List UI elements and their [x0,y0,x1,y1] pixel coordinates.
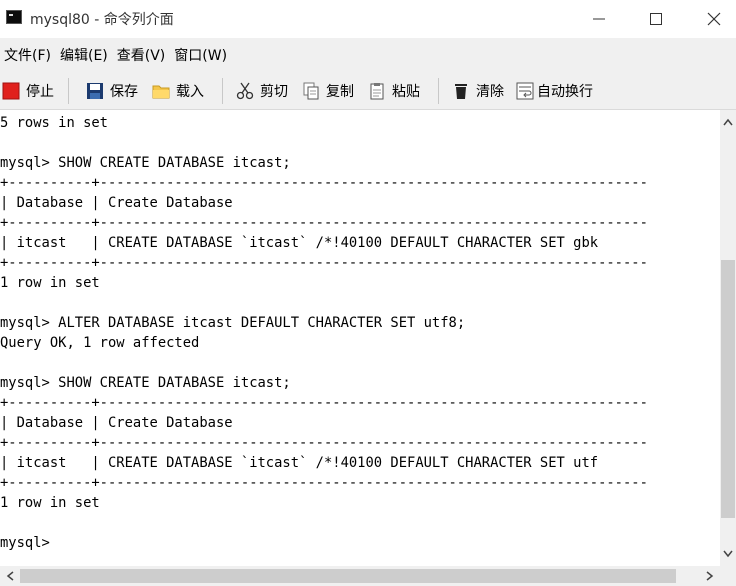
vertical-scroll-thumb[interactable] [721,260,735,518]
horizontal-scroll-thumb[interactable] [20,569,676,583]
scissors-icon [236,82,254,100]
stop-label: 停止 [26,84,54,100]
close-icon [707,12,721,26]
console-line: +----------+----------------------------… [0,435,648,451]
console-line: mysql> SHOW CREATE DATABASE itcast; [0,375,291,391]
console-line: +----------+----------------------------… [0,255,648,271]
console-line: mysql> ALTER DATABASE itcast DEFAULT CHA… [0,315,466,331]
clipboard-icon [368,82,386,100]
toolbar-separator [68,78,69,104]
paste-label: 粘贴 [392,84,420,100]
maximize-button[interactable] [633,0,679,38]
console-line: +----------+----------------------------… [0,175,648,191]
word-wrap-label: 自动换行 [537,84,593,100]
stop-icon [2,82,20,100]
console-lines: 5 rows in set mysql> SHOW CREATE DATABASE… [0,113,648,553]
copy-icon [302,82,320,100]
console-line: | itcast | CREATE DATABASE `itcast` /*!4… [0,455,599,471]
load-button[interactable]: 载入 [152,80,204,102]
console-line: +----------+----------------------------… [0,395,648,411]
menu-file[interactable]: 文件(F) [1,45,56,65]
console-line: +----------+----------------------------… [0,215,648,231]
copy-label: 复制 [326,84,354,100]
console-output[interactable]: 5 rows in set mysql> SHOW CREATE DATABASE… [0,110,720,566]
stop-button[interactable]: 停止 [2,80,54,102]
console-line: 5 rows in set [0,115,108,131]
window-title: mysql80 - 命令列介面 [30,12,174,28]
trash-icon [452,82,470,100]
load-label: 载入 [176,84,204,100]
toolbar-separator [438,78,439,104]
scroll-down-arrow-icon[interactable] [720,546,736,562]
horizontal-scrollbar[interactable] [0,566,736,586]
clear-button[interactable]: 清除 [452,80,504,102]
scroll-left-arrow-icon[interactable] [2,568,18,584]
terminal-icon [6,10,22,24]
console-line: | itcast | CREATE DATABASE `itcast` /*!4… [0,235,599,251]
console-line: | Database | Create Database [0,195,233,211]
scroll-right-arrow-icon[interactable] [702,568,718,584]
console-line: mysql> [0,535,50,551]
menu-view[interactable]: 查看(V) [114,45,171,65]
word-wrap-icon [516,82,534,100]
console-line: 1 row in set [0,495,100,511]
scroll-up-arrow-icon[interactable] [720,114,736,130]
vertical-scrollbar[interactable] [720,110,736,566]
menu-bar: 文件(F) 编辑(E) 查看(V) 窗口(W) [0,38,736,72]
save-button[interactable]: 保存 [86,80,138,102]
save-label: 保存 [110,84,138,100]
console-line: 1 row in set [0,275,100,291]
close-button[interactable] [691,0,736,38]
clear-label: 清除 [476,84,504,100]
minimize-button[interactable] [576,0,622,38]
title-bar: mysql80 - 命令列介面 [0,0,736,38]
copy-button[interactable]: 复制 [302,80,354,102]
minimize-icon [593,18,605,20]
folder-icon [152,82,170,100]
console-line: | Database | Create Database [0,415,233,431]
cut-button[interactable]: 剪切 [236,80,288,102]
menu-window[interactable]: 窗口(W) [171,45,232,65]
console-line: Query OK, 1 row affected [0,335,200,351]
cut-label: 剪切 [260,84,288,100]
paste-button[interactable]: 粘贴 [368,80,420,102]
toolbar-separator [222,78,223,104]
console-line: +----------+----------------------------… [0,475,648,491]
menu-edit[interactable]: 编辑(E) [57,45,113,65]
floppy-disk-icon [86,82,104,100]
toolbar: 停止 保存 载入 剪切 复制 粘贴 清除 自动换行 [0,72,736,110]
console-line: mysql> SHOW CREATE DATABASE itcast; [0,155,291,171]
maximize-icon [650,13,662,25]
word-wrap-button[interactable]: 自动换行 [516,80,593,102]
